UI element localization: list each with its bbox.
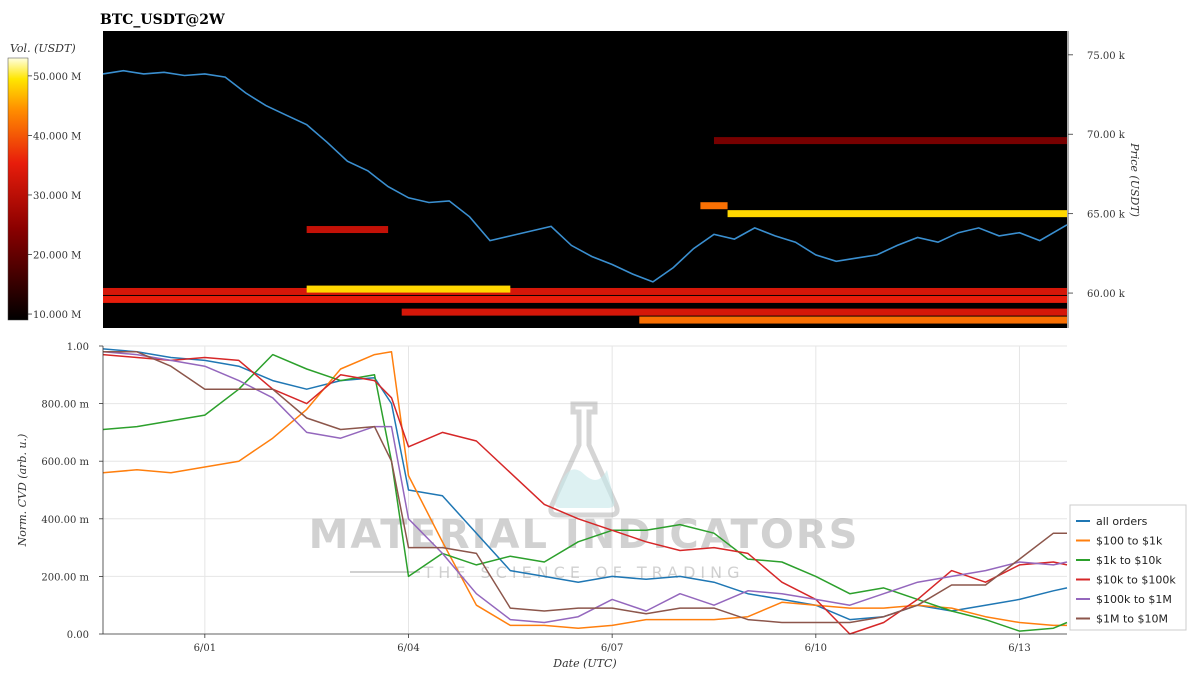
heatmap-band [306,285,511,293]
cvd-y-axis-label: Norm. CVD (arb. u.) [16,434,29,548]
cvd-x-tick-label: 6/10 [805,643,827,654]
heatmap-band [700,202,728,210]
heatmap-band [103,287,1067,295]
heatmap-background [103,31,1067,328]
chart-figure: BTC_USDT@2W 60.00 k 65.00 k 70.00 k 75.00 k… [0,0,1200,675]
heatmap-y-tick-label: 75.00 k [1087,51,1126,62]
chart-canvas: BTC_USDT@2W 60.00 k 65.00 k 70.00 k 75.00 k… [7,12,1187,670]
legend: all orders $100 to $1k $1k to $10k $10k to … [1069,504,1187,631]
heatmap-band [103,295,1067,303]
cvd-y-tick-label: 600.00 m [41,457,89,468]
colorbar-tick-label: 20.000 M [33,251,81,262]
heatmap-band [401,308,1067,316]
heatmap-band [306,226,389,234]
heatmap-band [713,137,1067,145]
colorbar-label: Vol. (USDT) [10,42,76,55]
legend-label: all orders [1096,515,1148,528]
cvd-y-tick-label: 200.00 m [41,572,89,583]
legend-label: $1M to $10M [1096,613,1168,626]
cvd-x-axis-label: Date (UTC) [552,657,616,670]
colorbar [7,57,29,321]
cvd-y-tick-label: 800.00 m [41,400,89,411]
cvd-y-tick-label: 1.00 [67,342,89,353]
legend-label: $100k to $1M [1096,593,1172,606]
legend-label: $100 to $1k [1096,535,1163,548]
cvd-x-tick-label: 6/13 [1008,643,1030,654]
heatmap-y-tick-label: 60.00 k [1087,289,1126,300]
colorbar-tick-label: 50.000 M [33,72,81,83]
cvd-x-tick-label: 6/01 [194,643,216,654]
heatmap-y-axis-label: Price (USDT) [1128,142,1141,217]
legend-label: $10k to $100k [1096,574,1176,587]
watermark-brand: MATERIAL INDICATORS [309,512,860,558]
colorbar-tick-label: 40.000 M [33,131,81,142]
cvd-y-tick-label: 0.00 [67,630,89,641]
heatmap-band [727,210,1067,218]
colorbar-tick-label: 30.000 M [33,191,81,202]
colorbar-tick-label: 10.000 M [33,310,81,321]
heatmap-band [639,316,1067,324]
cvd-x-tick-label: 6/07 [601,643,623,654]
cvd-y-tick-label: 400.00 m [41,515,89,526]
heatmap-price-axis: 60.00 k 65.00 k 70.00 k 75.00 k [1067,31,1126,328]
cvd-x-tick-label: 6/04 [397,643,419,654]
legend-label: $1k to $10k [1096,554,1162,567]
heatmap-title: BTC_USDT@2W [100,12,225,28]
colorbar-ticks: 10.000 M 20.000 M 30.000 M 40.000 M 50.000 M [28,72,81,321]
heatmap-y-tick-label: 70.00 k [1087,130,1126,141]
heatmap-y-tick-label: 65.00 k [1087,210,1126,221]
